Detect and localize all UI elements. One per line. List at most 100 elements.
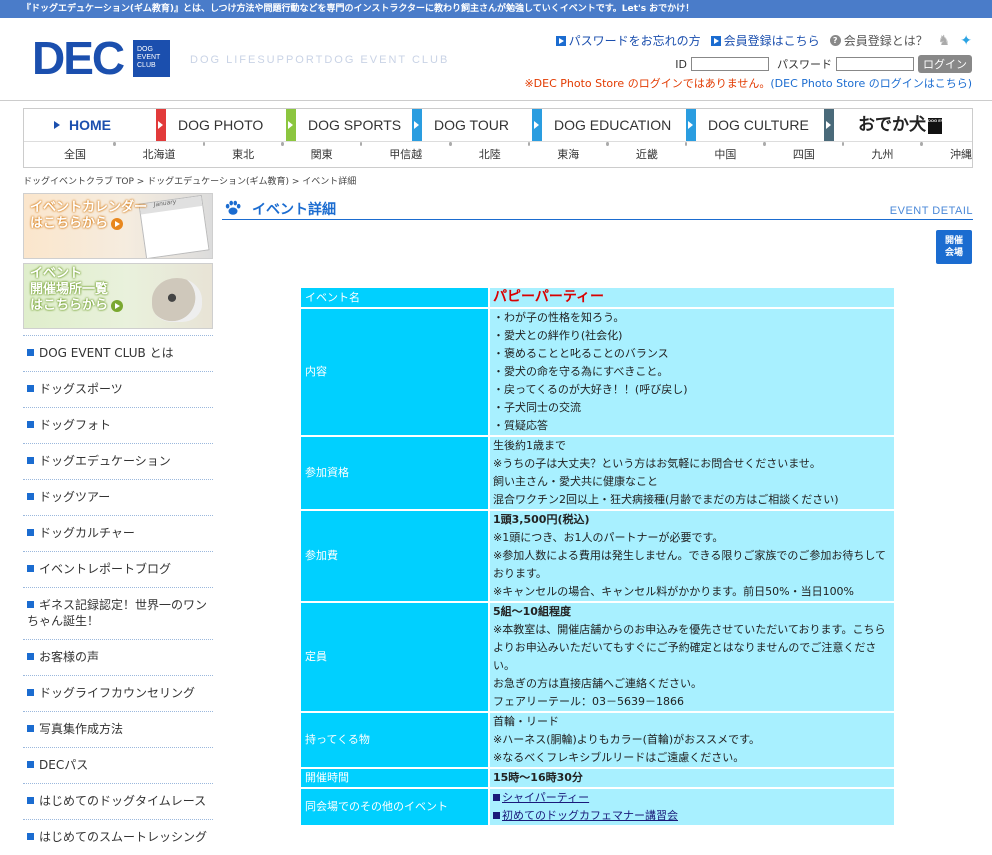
dot-separator <box>449 142 452 146</box>
row-key: 定員 <box>301 603 488 711</box>
other-event-link[interactable]: 初めてのドッグカフェマナー講習会 <box>493 809 678 822</box>
tab-marker-icon <box>286 109 296 141</box>
sidebar-menu: DOG EVENT CLUB とは ドッグスポーツ ドッグフォト ドッグエデュケ… <box>23 335 213 855</box>
nav-odeka[interactable]: おでか犬 DOG EVENT CLUB <box>824 109 972 141</box>
other-event-label: 初めてのドッグカフェマナー講習会 <box>502 809 678 822</box>
logo-sub-2: EVENT <box>137 54 161 61</box>
region-item[interactable]: 四国 <box>793 142 815 168</box>
banner-text: イベントカレンダー はこちらから <box>30 200 147 232</box>
region-item[interactable]: 東北 <box>232 142 254 168</box>
sidebar-item-dog-education[interactable]: ドッグエデュケーション <box>23 443 213 479</box>
content-line: ※本教室は、開催店舗からのお申込みを優先させていただいております。こちらよりお申… <box>493 623 886 672</box>
region-item[interactable]: 九州 <box>871 142 893 168</box>
top-announcement-bar: 『ドッグエデュケーション(ギム教育)』とは、しつけ方法や問題行動などを専門のイン… <box>0 0 992 18</box>
tab-marker-icon <box>156 109 166 141</box>
content-line: 生後約1歳まで <box>493 439 566 452</box>
tab-marker-icon <box>686 109 696 141</box>
sidebar-item-dog-photo[interactable]: ドッグフォト <box>23 407 213 443</box>
region-item[interactable]: 甲信越 <box>389 142 422 168</box>
nav-dog-education[interactable]: DOG EDUCATION <box>532 109 686 141</box>
row-key: 参加資格 <box>301 437 488 509</box>
venue-button[interactable]: 開催 会場 <box>936 230 972 264</box>
sidebar-item-photobook[interactable]: 写真集作成方法 <box>23 711 213 747</box>
table-row: 定員 5組～10組程度 ※本教室は、開催店舗からのお申込みを優先させていただいて… <box>301 603 894 711</box>
sidebar-item-dog-tour[interactable]: ドッグツアー <box>23 479 213 515</box>
odeka-mini-badge: DOG EVENT CLUB <box>928 117 964 134</box>
content-line: 飼い主さん・愛犬共に健康なこと <box>493 475 658 488</box>
content-line: フェアリーテール：03－5639－1866 <box>493 695 684 708</box>
sidebar-item-about[interactable]: DOG EVENT CLUB とは <box>23 335 213 371</box>
tab-marker-icon <box>532 109 542 141</box>
nav-dog-photo[interactable]: DOG PHOTO <box>156 109 286 141</box>
dot-separator <box>684 142 688 146</box>
about-member-label: 会員登録とは？ <box>843 34 928 48</box>
nav-home[interactable]: HOME <box>24 109 156 141</box>
table-row: 同会場でのその他のイベント シャイパーティー 初めてのドッグカフェマナー講習会 <box>301 789 894 825</box>
dot-separator <box>763 142 766 146</box>
banner1-line1: イベントカレンダー <box>30 200 148 215</box>
id-input[interactable] <box>691 57 769 71</box>
square-bullet-icon <box>27 761 34 768</box>
dog-icon[interactable]: ♞ <box>938 33 951 49</box>
table-row: 内容 ・わが子の性格を知ろう。 ・愛犬との絆作り(社会化) ・褒めることと叱るこ… <box>301 309 894 435</box>
region-item[interactable]: 中国 <box>714 142 736 168</box>
content-line: ※参加人数による費用は発生しません。できる限りご家族でのご参加お待ちしております… <box>493 549 887 580</box>
region-item[interactable]: 北陸 <box>479 142 501 168</box>
dot-separator <box>527 142 531 146</box>
venue-list-banner[interactable]: イベント 開催場所一覧 はこちらから <box>23 263 213 329</box>
sidebar-item-time-race[interactable]: はじめてのドッグタイムレース <box>23 783 213 819</box>
page-title: イベント詳細 <box>252 202 336 218</box>
event-name: パピーパーティー <box>493 289 605 305</box>
region-item[interactable]: 東海 <box>557 142 579 168</box>
sidebar-item-dog-sports[interactable]: ドッグスポーツ <box>23 371 213 407</box>
page-title-en: EVENT DETAIL <box>889 205 973 217</box>
sidebar-item-voice[interactable]: お客様の声 <box>23 639 213 675</box>
region-item[interactable]: 関東 <box>311 142 333 168</box>
content-line: ・子犬同士の交流 <box>493 401 581 414</box>
region-item[interactable]: 北海道 <box>143 142 176 168</box>
row-value: シャイパーティー 初めてのドッグカフェマナー講習会 <box>490 789 894 825</box>
sidebar-item-dog-culture[interactable]: ドッグカルチャー <box>23 515 213 551</box>
section-title-bar: イベント詳細 EVENT DETAIL <box>222 197 973 220</box>
square-bullet-icon <box>27 565 34 572</box>
other-event-link[interactable]: シャイパーティー <box>493 791 589 804</box>
sidebar-item-dec-pass[interactable]: DECパス <box>23 747 213 783</box>
sidebar-item-label: DOG EVENT CLUB とは <box>39 346 174 360</box>
nav-dog-tour[interactable]: DOG TOUR <box>412 109 532 141</box>
sidebar-item-label: はじめてのドッグタイムレース <box>39 794 207 808</box>
nav-dog-tour-label: DOG TOUR <box>434 117 509 133</box>
content-line: ※なるべくフレキシブルリードはご遠慮ください。 <box>493 751 745 764</box>
region-item[interactable]: 近畿 <box>636 142 658 168</box>
sidebar-item-report-blog[interactable]: イベントレポートブログ <box>23 551 213 587</box>
event-calendar-banner[interactable]: January イベントカレンダー はこちらから <box>23 193 213 259</box>
register-link[interactable]: 会員登録はこちら <box>710 32 820 49</box>
twitter-icon[interactable]: ✦ <box>960 33 972 49</box>
sidebar-item-label: お客様の声 <box>39 650 100 664</box>
photo-store-login-link[interactable]: (DEC Photo Store のログインはこちら) <box>770 77 972 90</box>
region-item[interactable]: 沖縄 <box>950 142 972 168</box>
nav-dog-culture[interactable]: DOG CULTURE <box>686 109 824 141</box>
square-bullet-icon <box>27 601 34 608</box>
content-line: 5組～10組程度 <box>493 605 571 618</box>
row-key: 内容 <box>301 309 488 435</box>
region-item[interactable]: 全国 <box>64 142 86 168</box>
breadcrumb: ドッグイベントクラブ TOP > ドッグエデュケーション(ギム教育) > イベン… <box>23 177 357 187</box>
sidebar-item-guinness[interactable]: ギネス記録認定！世界一のワンちゃん誕生！ <box>23 587 213 639</box>
tab-marker-icon <box>412 109 422 141</box>
sidebar-item-label: ドッグカルチャー <box>39 526 135 540</box>
content-line: 15時～16時30分 <box>493 771 583 784</box>
logo-sub-1: DOG <box>137 46 153 53</box>
banner1-line2: はこちらから <box>30 216 109 231</box>
nav-dog-sports[interactable]: DOG SPORTS <box>286 109 412 141</box>
tab-marker-icon <box>824 109 834 141</box>
odeka-logo: おでか犬 DOG EVENT CLUB <box>858 114 964 136</box>
password-input[interactable] <box>836 57 914 71</box>
sidebar-item-training[interactable]: はじめてのスムートレッシング <box>23 819 213 855</box>
login-button[interactable]: ログイン <box>918 55 972 73</box>
question-icon: ? <box>829 35 841 46</box>
sidebar-item-counseling[interactable]: ドッグライフカウンセリング <box>23 675 213 711</box>
row-value: 5組～10組程度 ※本教室は、開催店舗からのお申込みを優先させていただいておりま… <box>490 603 894 711</box>
about-member-link[interactable]: ? 会員登録とは？ <box>829 32 928 49</box>
forgot-password-link[interactable]: パスワードをお忘れの方 <box>555 32 701 49</box>
banner2-line2: 開催場所一覧 <box>30 282 109 297</box>
